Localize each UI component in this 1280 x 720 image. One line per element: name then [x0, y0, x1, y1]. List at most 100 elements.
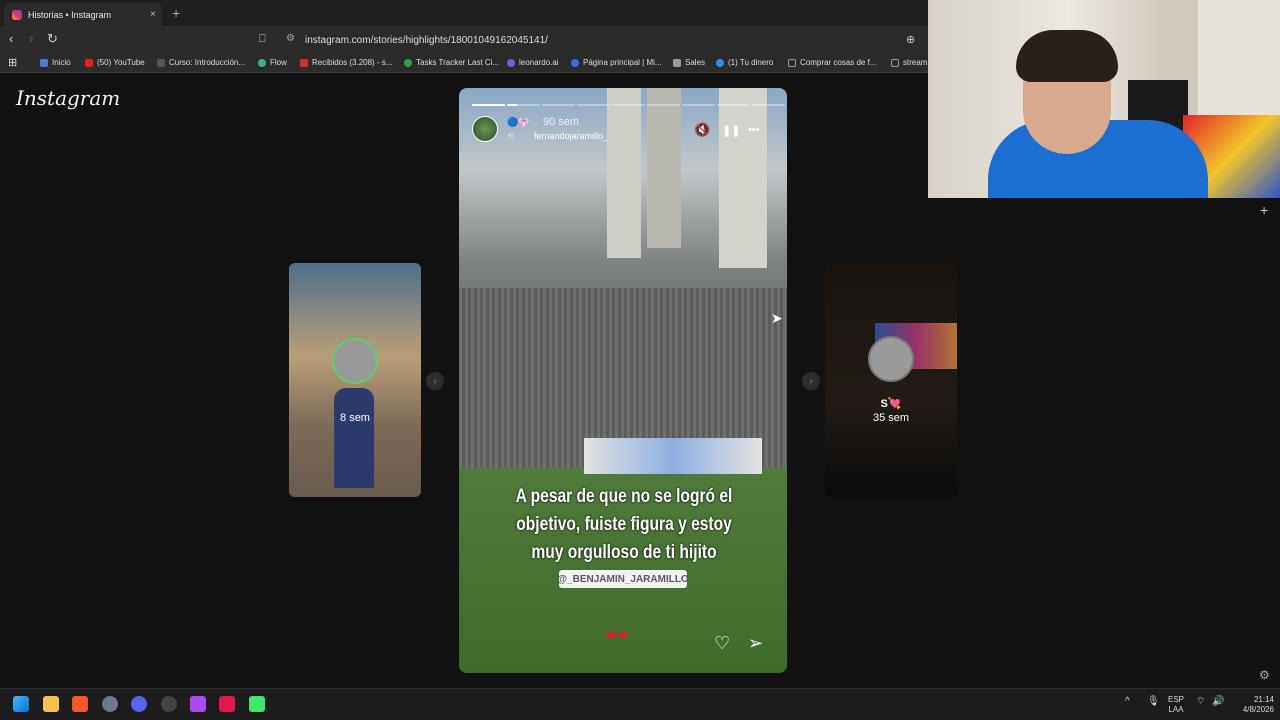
story-name: S💘: [880, 398, 902, 410]
stadium-banner: [584, 438, 762, 474]
caption-line: muy orgulloso de ti hijito: [531, 542, 717, 563]
mention-sticker[interactable]: @_BENJAMIN_JARAMILLO: [557, 570, 689, 588]
language-indicator[interactable]: ESP LAA: [1168, 695, 1184, 715]
taskbar: ^ 🎙 ESP LAA ⌔ 🔊 21:14 4/8/2026: [0, 688, 1280, 720]
discord-icon[interactable]: [131, 696, 147, 712]
back-icon[interactable]: ‹: [9, 31, 13, 46]
share-icon[interactable]: ➢: [748, 633, 763, 654]
tab-title: Historias • Instagram: [28, 9, 112, 20]
bookmark-favicon-icon: [40, 58, 48, 67]
progress-segment: [472, 104, 505, 106]
bookmark-folder[interactable]: stream: [891, 58, 927, 67]
avatar: [868, 336, 914, 382]
clock-date: 4/8/2026: [1242, 705, 1274, 714]
volume-icon[interactable]: 🔊: [1212, 697, 1224, 707]
stack-icon: [673, 58, 681, 67]
instagram-logo[interactable]: Instagram: [16, 86, 120, 110]
forward-icon[interactable]: ›: [29, 31, 33, 46]
site-info-icon[interactable]: ⚙: [286, 33, 295, 44]
pause-icon[interactable]: ❚❚: [722, 124, 740, 137]
leonardo-icon: [507, 58, 515, 67]
next-story-preview[interactable]: S💘 35 sem: [825, 263, 957, 497]
bookmark-item[interactable]: Flow: [258, 58, 287, 67]
hearts-sticker: ❤❤: [605, 628, 629, 644]
apps-icon[interactable]: ⊞: [8, 56, 17, 69]
silo-shape: [719, 88, 767, 268]
language-code: ESP: [1168, 695, 1185, 704]
progress-segment: [752, 104, 785, 106]
youtube-icon: [85, 58, 93, 67]
reload-icon[interactable]: ↻: [47, 31, 58, 47]
address-bar[interactable]: ⚙ instagram.com/stories/highlights/18001…: [278, 29, 926, 51]
bookmark-folder[interactable]: Comprar cosas de f...: [788, 58, 876, 67]
bookmark-item[interactable]: Página principal | Mi...: [571, 58, 662, 67]
wifi-icon[interactable]: ⌔: [1196, 697, 1205, 707]
tab-close-icon[interactable]: ×: [150, 9, 156, 20]
silo-shape: [647, 88, 681, 248]
tiktok-icon[interactable]: [219, 696, 235, 712]
clock-time: 21:14: [1253, 695, 1274, 704]
url-text: instagram.com/stories/highlights/1800104…: [305, 34, 548, 46]
avatar: [332, 338, 378, 384]
bookmark-icon[interactable]: ⎕: [259, 33, 266, 46]
tray-chevron-icon[interactable]: ^: [1125, 697, 1130, 707]
kick-icon[interactable]: [249, 696, 265, 712]
caption-line: objetivo, fuiste figura y estoy: [516, 514, 732, 535]
brave-browser-icon[interactable]: [72, 696, 88, 712]
new-tab-button[interactable]: +: [172, 5, 180, 21]
more-options-icon[interactable]: •••: [748, 124, 760, 136]
next-story-arrow-icon[interactable]: ›: [802, 372, 820, 390]
gear-icon[interactable]: ⚙: [1259, 668, 1270, 682]
bookmark-favicon-icon: [157, 58, 165, 67]
settings-icon[interactable]: [102, 696, 118, 712]
bookmark-favicon-icon: [404, 58, 412, 67]
progress-segment: [647, 104, 680, 106]
folder-icon: [788, 58, 796, 67]
zoom-icon[interactable]: ⊕: [906, 33, 915, 46]
instagram-app-icon[interactable]: [190, 696, 206, 712]
bookmark-item[interactable]: (1) Tu dinero: [716, 58, 773, 67]
progress-segment: [577, 104, 610, 106]
person-hair: [1016, 30, 1118, 82]
progress-segment: [612, 104, 645, 106]
story-timestamp: 90 sem: [543, 116, 580, 128]
instagram-favicon-icon: [12, 9, 22, 20]
story-age: 8 sem: [340, 412, 370, 424]
folder-icon: [891, 58, 899, 67]
mouse-cursor-icon: ➤: [771, 310, 783, 326]
add-icon[interactable]: +: [1260, 202, 1268, 218]
previous-story-preview[interactable]: 8 sem: [289, 263, 421, 497]
progress-segment: [682, 104, 715, 106]
like-icon[interactable]: ♡: [714, 633, 730, 654]
caption-line: A pesar de que no se logró el: [515, 486, 733, 507]
app-icon[interactable]: [161, 696, 177, 712]
bookmark-item[interactable]: leonardo.ai: [507, 58, 559, 67]
flow-icon: [258, 58, 266, 67]
clock[interactable]: 21:14 4/8/2026: [1232, 695, 1274, 715]
tab-historias[interactable]: Historias • Instagram ×: [4, 3, 162, 26]
wall: [1198, 0, 1280, 120]
repost-icon: ⟲: [507, 131, 515, 141]
progress-segment: [717, 104, 750, 106]
bookmark-item[interactable]: Sales: [673, 58, 705, 67]
bookmark-item[interactable]: Recibidos (3.208) - s...: [300, 58, 392, 67]
webcam-overlay: [928, 0, 1280, 198]
story-viewer[interactable]: 🔵👘 90 sem ⟲ fernandojaramillo_ 🔇 ❚❚ ••• …: [459, 88, 787, 673]
bookmark-favicon-icon: [571, 58, 579, 67]
story-username[interactable]: fernandojaramillo_: [534, 131, 608, 141]
bookmark-item[interactable]: (50) YouTube: [85, 58, 145, 67]
microphone-icon[interactable]: 🎙: [1147, 697, 1160, 707]
mute-icon[interactable]: 🔇: [694, 122, 710, 138]
progress-segment: [507, 104, 540, 106]
person-figure: [334, 388, 374, 488]
bookmark-item[interactable]: Curso: Introducción...: [157, 58, 245, 67]
highlight-avatar[interactable]: [472, 116, 498, 142]
bookmark-item[interactable]: Tasks Tracker Last Ci...: [404, 58, 499, 67]
windows-start-icon[interactable]: [13, 696, 29, 712]
progress-segment: [542, 104, 575, 106]
previous-story-arrow-icon[interactable]: ‹: [426, 372, 444, 390]
story-caption: A pesar de que no se logró el objetivo, …: [513, 483, 734, 567]
file-explorer-icon[interactable]: [43, 696, 59, 712]
story-progress: [472, 104, 785, 106]
bookmark-item[interactable]: Inicio: [40, 58, 71, 67]
